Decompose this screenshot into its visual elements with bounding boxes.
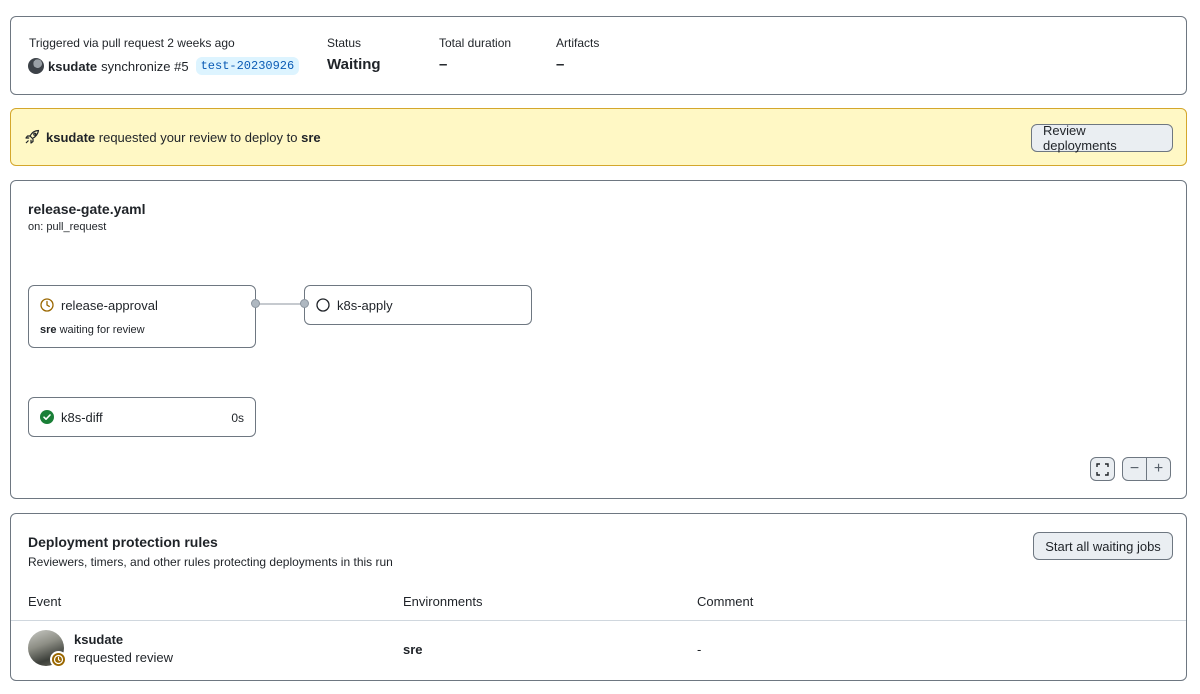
job-sub-text: waiting for review <box>59 324 145 336</box>
column-header-comment: Comment <box>697 594 754 609</box>
banner-actor[interactable]: ksudate <box>46 130 95 145</box>
check-circle-icon <box>40 410 54 424</box>
zoom-out-button[interactable]: − <box>1122 457 1147 481</box>
start-all-waiting-jobs-button[interactable]: Start all waiting jobs <box>1033 532 1173 560</box>
table-row: ksudate requested review sre - <box>11 621 1186 680</box>
event-text[interactable]: synchronize #5 <box>101 59 188 74</box>
job-k8s-diff[interactable]: k8s-diff 0s <box>28 397 256 437</box>
banner-message: ksudate requested your review to deploy … <box>46 130 321 145</box>
actor-link[interactable]: ksudate <box>48 59 97 74</box>
workflow-file-name[interactable]: release-gate.yaml <box>28 201 146 217</box>
job-duration: 0s <box>231 411 244 425</box>
deployment-protection-rules-panel: Deployment protection rules Reviewers, t… <box>10 513 1187 681</box>
clock-icon <box>40 298 54 312</box>
output-port-dot <box>251 299 260 308</box>
trigger-details: ksudate synchronize #5 test-20230926 <box>28 57 300 75</box>
job-status-text: sre waiting for review <box>40 324 145 336</box>
row-comment: - <box>697 642 702 657</box>
artifacts-value: – <box>556 56 565 73</box>
job-release-approval[interactable]: release-approval sre waiting for review <box>28 285 256 348</box>
column-header-environments: Environments <box>403 594 483 609</box>
banner-environment: sre <box>301 130 321 145</box>
status-value: Waiting <box>327 56 381 73</box>
review-deployments-button[interactable]: Review deployments <box>1031 123 1173 153</box>
banner-text: requested your review to deploy to <box>98 130 298 145</box>
input-port-dot <box>300 299 309 308</box>
rules-subtitle: Reviewers, timers, and other rules prote… <box>28 555 393 569</box>
waiting-clock-icon <box>50 651 67 668</box>
branch-badge[interactable]: test-20230926 <box>195 57 300 75</box>
job-k8s-apply[interactable]: k8s-apply <box>304 285 532 325</box>
zoom-in-button[interactable]: + <box>1146 457 1171 481</box>
duration-value: – <box>439 56 448 73</box>
job-name: k8s-apply <box>337 298 393 313</box>
review-request-banner: ksudate requested your review to deploy … <box>10 108 1187 166</box>
actor-avatar[interactable] <box>28 58 44 74</box>
reviewer-action: requested review <box>74 650 173 665</box>
fullscreen-icon <box>1096 462 1109 476</box>
artifacts-label: Artifacts <box>556 36 600 50</box>
workflow-trigger: on: pull_request <box>28 221 107 233</box>
job-name: release-approval <box>61 298 158 313</box>
row-environment: sre <box>403 642 423 657</box>
reviewer-name[interactable]: ksudate <box>74 632 123 647</box>
fullscreen-button[interactable] <box>1090 457 1115 481</box>
trigger-text: Triggered via pull request 2 weeks ago <box>29 36 235 50</box>
job-name: k8s-diff <box>61 410 103 425</box>
queued-circle-icon <box>316 298 330 312</box>
rocket-icon <box>24 129 40 145</box>
column-header-event: Event <box>28 594 62 609</box>
workflow-graph-panel: release-gate.yaml on: pull_request relea… <box>10 180 1187 499</box>
duration-label: Total duration <box>439 36 512 50</box>
status-label: Status <box>327 36 362 50</box>
run-summary-panel: Triggered via pull request 2 weeks ago k… <box>10 16 1187 95</box>
rules-title: Deployment protection rules <box>28 534 218 550</box>
job-environment: sre <box>40 324 57 336</box>
